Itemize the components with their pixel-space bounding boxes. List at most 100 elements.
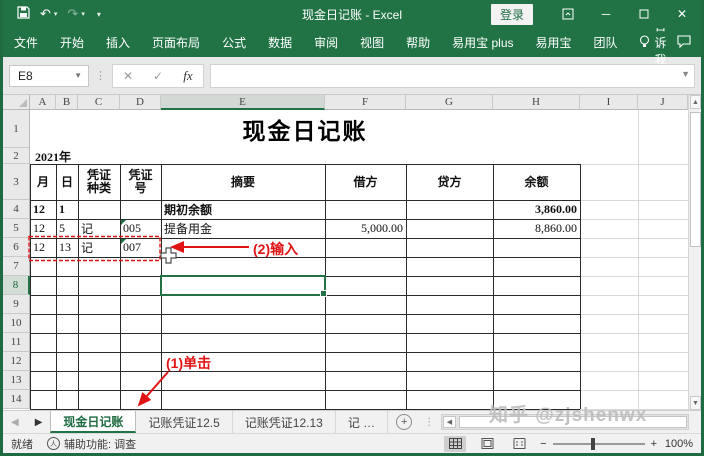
tab-scroll-right-icon[interactable]: ▶: [27, 411, 51, 433]
ribbon-tab-9[interactable]: 易用宝 plus: [441, 28, 524, 57]
table-header-C3[interactable]: 凭证 种类: [78, 164, 120, 200]
comment-icon[interactable]: [677, 35, 704, 51]
ribbon-tab-6[interactable]: 审阅: [303, 28, 349, 57]
vertical-scrollbar[interactable]: ▲ ▼: [688, 95, 701, 410]
page-break-preview-icon[interactable]: [508, 436, 530, 452]
table-header-A3[interactable]: 月: [30, 164, 56, 200]
row-header-5[interactable]: 5: [3, 219, 30, 238]
column-header-J[interactable]: J: [638, 95, 688, 110]
table-header-F3[interactable]: 借方: [325, 164, 406, 200]
zoom-level[interactable]: 100%: [663, 438, 693, 450]
cell-A6[interactable]: 12: [30, 238, 56, 257]
table-header-B3[interactable]: 日: [56, 164, 78, 200]
cell-B5[interactable]: 5: [56, 219, 78, 238]
row-header-13[interactable]: 13: [3, 371, 30, 390]
login-button[interactable]: 登录: [491, 4, 533, 25]
row-header-14[interactable]: 14: [3, 390, 30, 409]
zoom-slider[interactable]: [553, 443, 645, 445]
row-header-8[interactable]: 8: [3, 276, 30, 295]
ribbon-tab-5[interactable]: 数据: [257, 28, 303, 57]
row-header-9[interactable]: 9: [3, 295, 30, 314]
table-header-E3[interactable]: 摘要: [161, 164, 325, 200]
insert-function-icon[interactable]: fx: [173, 68, 203, 84]
maximize-button[interactable]: [625, 0, 663, 28]
zoom-out-icon[interactable]: −: [540, 438, 546, 450]
column-header-F[interactable]: F: [325, 95, 406, 110]
table-header-G3[interactable]: 贷方: [406, 164, 493, 200]
scroll-down-icon[interactable]: ▼: [690, 396, 701, 410]
cell-H4[interactable]: 3,860.00: [493, 200, 580, 219]
cell-A5[interactable]: 12: [30, 219, 56, 238]
row-header-10[interactable]: 10: [3, 314, 30, 333]
sheet-tab-1[interactable]: 记账凭证12.5: [136, 411, 232, 433]
cell-F5[interactable]: 5,000.00: [325, 219, 406, 238]
row-header-7[interactable]: 7: [3, 257, 30, 276]
ribbon-tab-3[interactable]: 页面布局: [141, 28, 211, 57]
formula-bar-expand-icon[interactable]: ▼: [681, 69, 690, 79]
column-header-I[interactable]: I: [580, 95, 638, 110]
ribbon-tab-7[interactable]: 视图: [349, 28, 395, 57]
hscroll-left-icon[interactable]: ◀: [443, 416, 456, 428]
select-all-corner[interactable]: [3, 95, 30, 110]
zoom-slider-thumb[interactable]: [591, 438, 595, 450]
ribbon-tab-file[interactable]: 文件: [3, 28, 49, 57]
undo-icon[interactable]: ↶: [40, 6, 51, 22]
scroll-up-icon[interactable]: ▲: [690, 95, 701, 109]
row-header-12[interactable]: 12: [3, 352, 30, 371]
save-icon[interactable]: [17, 6, 30, 22]
normal-view-icon[interactable]: [444, 436, 466, 452]
cell-B4[interactable]: 1: [56, 200, 78, 219]
row-header-2[interactable]: 2: [3, 148, 30, 164]
row-header-4[interactable]: 4: [3, 200, 30, 219]
column-header-B[interactable]: B: [56, 95, 78, 110]
column-header-C[interactable]: C: [78, 95, 120, 110]
horizontal-scrollbar-thumb[interactable]: [459, 416, 687, 428]
ribbon-tab-2[interactable]: 插入: [95, 28, 141, 57]
row-header-11[interactable]: 11: [3, 333, 30, 352]
ribbon-tab-1[interactable]: 开始: [49, 28, 95, 57]
name-box[interactable]: E8 ▼: [9, 65, 89, 87]
name-box-dropdown-icon[interactable]: ▼: [74, 71, 88, 80]
cell-C5[interactable]: 记: [78, 219, 120, 238]
cell-B6[interactable]: 13: [56, 238, 78, 257]
table-header-D3[interactable]: 凭证 号: [120, 164, 161, 200]
cell-E4[interactable]: 期初余额: [161, 200, 325, 219]
cancel-icon[interactable]: ✕: [113, 69, 143, 83]
row-header-6[interactable]: 6: [3, 238, 30, 257]
fill-handle[interactable]: [320, 290, 327, 297]
minimize-button[interactable]: ─: [587, 0, 625, 28]
column-header-G[interactable]: G: [406, 95, 493, 110]
zoom-in-icon[interactable]: +: [651, 438, 657, 450]
column-header-A[interactable]: A: [30, 95, 56, 110]
active-cell-selection[interactable]: [160, 275, 326, 296]
accessibility-status[interactable]: 人 辅助功能: 调查: [47, 436, 136, 452]
undo-dropdown-icon[interactable]: ▾: [54, 10, 58, 18]
ribbon-tab-8[interactable]: 帮助: [395, 28, 441, 57]
table-header-H3[interactable]: 余额: [493, 164, 580, 200]
ribbon-tab-11[interactable]: 团队: [583, 28, 629, 57]
cell-D5[interactable]: 005: [120, 219, 161, 238]
cell-H5[interactable]: 8,860.00: [493, 219, 580, 238]
ribbon-tab-4[interactable]: 公式: [211, 28, 257, 57]
row-header-3[interactable]: 3: [3, 164, 30, 200]
vertical-scrollbar-thumb[interactable]: [690, 112, 701, 247]
new-sheet-icon[interactable]: +: [396, 414, 412, 430]
row-header-1[interactable]: 1: [3, 110, 30, 148]
worksheet-grid[interactable]: ▲ ▼ ABCDEFGHIJ1234567891011121314现金日记账20…: [3, 95, 701, 410]
formula-input[interactable]: ▼: [210, 64, 695, 88]
cell-E5[interactable]: 提备用金: [161, 219, 325, 238]
ribbon-display-options-icon[interactable]: [549, 0, 587, 28]
sheet-tab-0[interactable]: 现金日记账: [50, 411, 136, 433]
cell-A4[interactable]: 12: [30, 200, 56, 219]
column-header-H[interactable]: H: [493, 95, 580, 110]
ribbon-tab-10[interactable]: 易用宝: [525, 28, 583, 57]
enter-icon[interactable]: ✓: [143, 69, 173, 83]
horizontal-scrollbar[interactable]: ◀: [441, 414, 689, 430]
customize-qat-icon[interactable]: ▾: [97, 10, 101, 19]
sheet-tab-3[interactable]: 记 …: [336, 411, 388, 433]
page-layout-view-icon[interactable]: [476, 436, 498, 452]
cell-D6[interactable]: 007: [120, 238, 161, 257]
sheet-tab-2[interactable]: 记账凭证12.13: [233, 411, 336, 433]
close-button[interactable]: ✕: [663, 0, 701, 28]
cell-C6[interactable]: 记: [78, 238, 120, 257]
